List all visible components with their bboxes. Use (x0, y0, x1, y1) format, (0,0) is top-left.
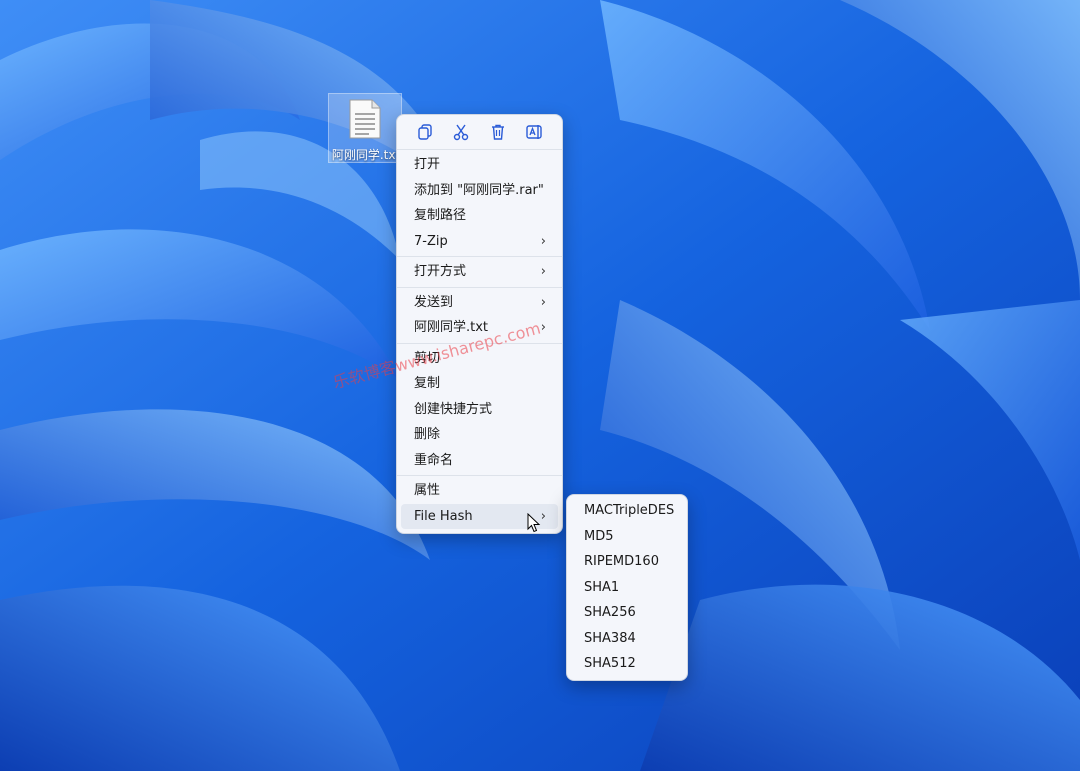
menu-group-1: 打开 添加到 "阿刚同学.rar" 复制路径 7-Zip › (401, 152, 558, 254)
menu-item-properties[interactable]: 属性 (401, 478, 558, 504)
menu-item-add-to-archive[interactable]: 添加到 "阿刚同学.rar" (401, 178, 558, 204)
hash-item-sha512[interactable]: SHA512 (571, 651, 683, 677)
context-menu-toolbar (401, 117, 558, 147)
menu-item-rename[interactable]: 重命名 (401, 448, 558, 474)
menu-item-delete[interactable]: 删除 (401, 422, 558, 448)
chevron-right-icon: › (540, 264, 546, 279)
rename-button[interactable] (521, 119, 547, 145)
hash-item-sha384[interactable]: SHA384 (571, 626, 683, 652)
menu-separator (397, 256, 562, 257)
hash-item-sha256[interactable]: SHA256 (571, 600, 683, 626)
chevron-right-icon: › (540, 508, 546, 524)
menu-item-create-shortcut[interactable]: 创建快捷方式 (401, 397, 558, 423)
file-hash-submenu: MACTripleDES MD5 RIPEMD160 SHA1 SHA256 S… (566, 494, 688, 681)
desktop-file-icon[interactable]: 阿刚同学.txt (328, 93, 402, 163)
menu-separator (397, 149, 562, 150)
menu-group-2: 打开方式 › (401, 259, 558, 285)
cut-button[interactable] (448, 119, 474, 145)
menu-item-open-with[interactable]: 打开方式 › (401, 259, 558, 285)
menu-item-send-to[interactable]: 发送到 › (401, 290, 558, 316)
menu-item-copy[interactable]: 复制 (401, 371, 558, 397)
delete-icon (491, 124, 504, 140)
rename-icon (526, 125, 542, 139)
text-file-icon (349, 99, 381, 139)
hash-item-ripemd160[interactable]: RIPEMD160 (571, 549, 683, 575)
menu-separator (397, 286, 562, 288)
cut-icon (454, 124, 469, 141)
hash-item-mactripledes[interactable]: MACTripleDES (571, 498, 683, 524)
mouse-cursor-icon (527, 513, 541, 533)
chevron-right-icon: › (540, 233, 546, 249)
chevron-right-icon: › (540, 294, 546, 310)
copy-button[interactable] (412, 119, 438, 145)
menu-item-copy-path[interactable]: 复制路径 (401, 203, 558, 229)
hash-item-md5[interactable]: MD5 (571, 524, 683, 550)
delete-button[interactable] (485, 119, 511, 145)
desktop-file-label: 阿刚同学.txt (331, 148, 401, 162)
copy-icon (418, 124, 432, 140)
menu-item-open[interactable]: 打开 (401, 152, 558, 178)
menu-separator (397, 475, 562, 476)
menu-item-7zip[interactable]: 7-Zip › (401, 229, 558, 255)
hash-item-sha1[interactable]: SHA1 (571, 575, 683, 601)
